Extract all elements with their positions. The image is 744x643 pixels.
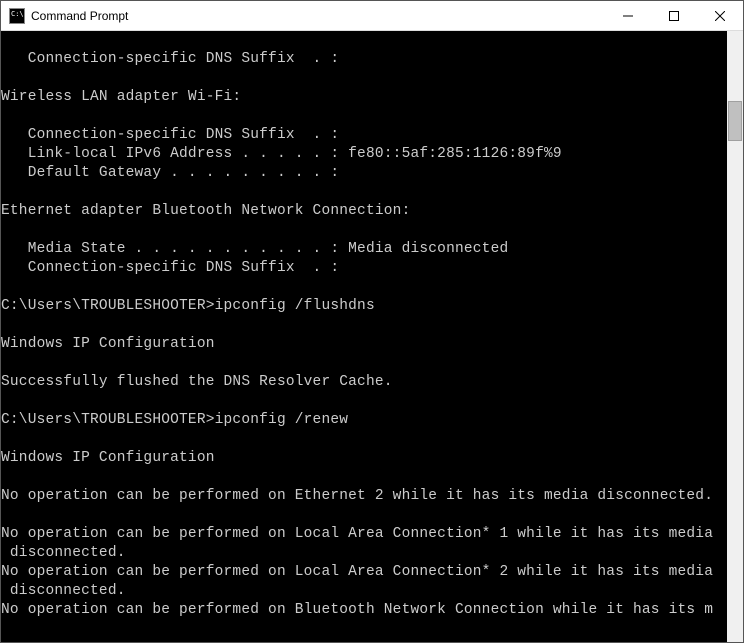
terminal-area: Connection-specific DNS Suffix . : Wirel…: [1, 31, 743, 642]
terminal-output[interactable]: Connection-specific DNS Suffix . : Wirel…: [1, 31, 727, 642]
scrollbar-thumb[interactable]: [728, 101, 742, 141]
maximize-button[interactable]: [651, 1, 697, 30]
minimize-button[interactable]: [605, 1, 651, 30]
command-prompt-window: Command Prompt Connection-specific DNS S…: [0, 0, 744, 643]
titlebar[interactable]: Command Prompt: [1, 1, 743, 31]
minimize-icon: [623, 11, 633, 21]
close-icon: [715, 11, 725, 21]
window-controls: [605, 1, 743, 30]
maximize-icon: [669, 11, 679, 21]
app-icon: [9, 8, 25, 24]
window-title: Command Prompt: [31, 9, 605, 23]
close-button[interactable]: [697, 1, 743, 30]
vertical-scrollbar[interactable]: [727, 31, 743, 642]
